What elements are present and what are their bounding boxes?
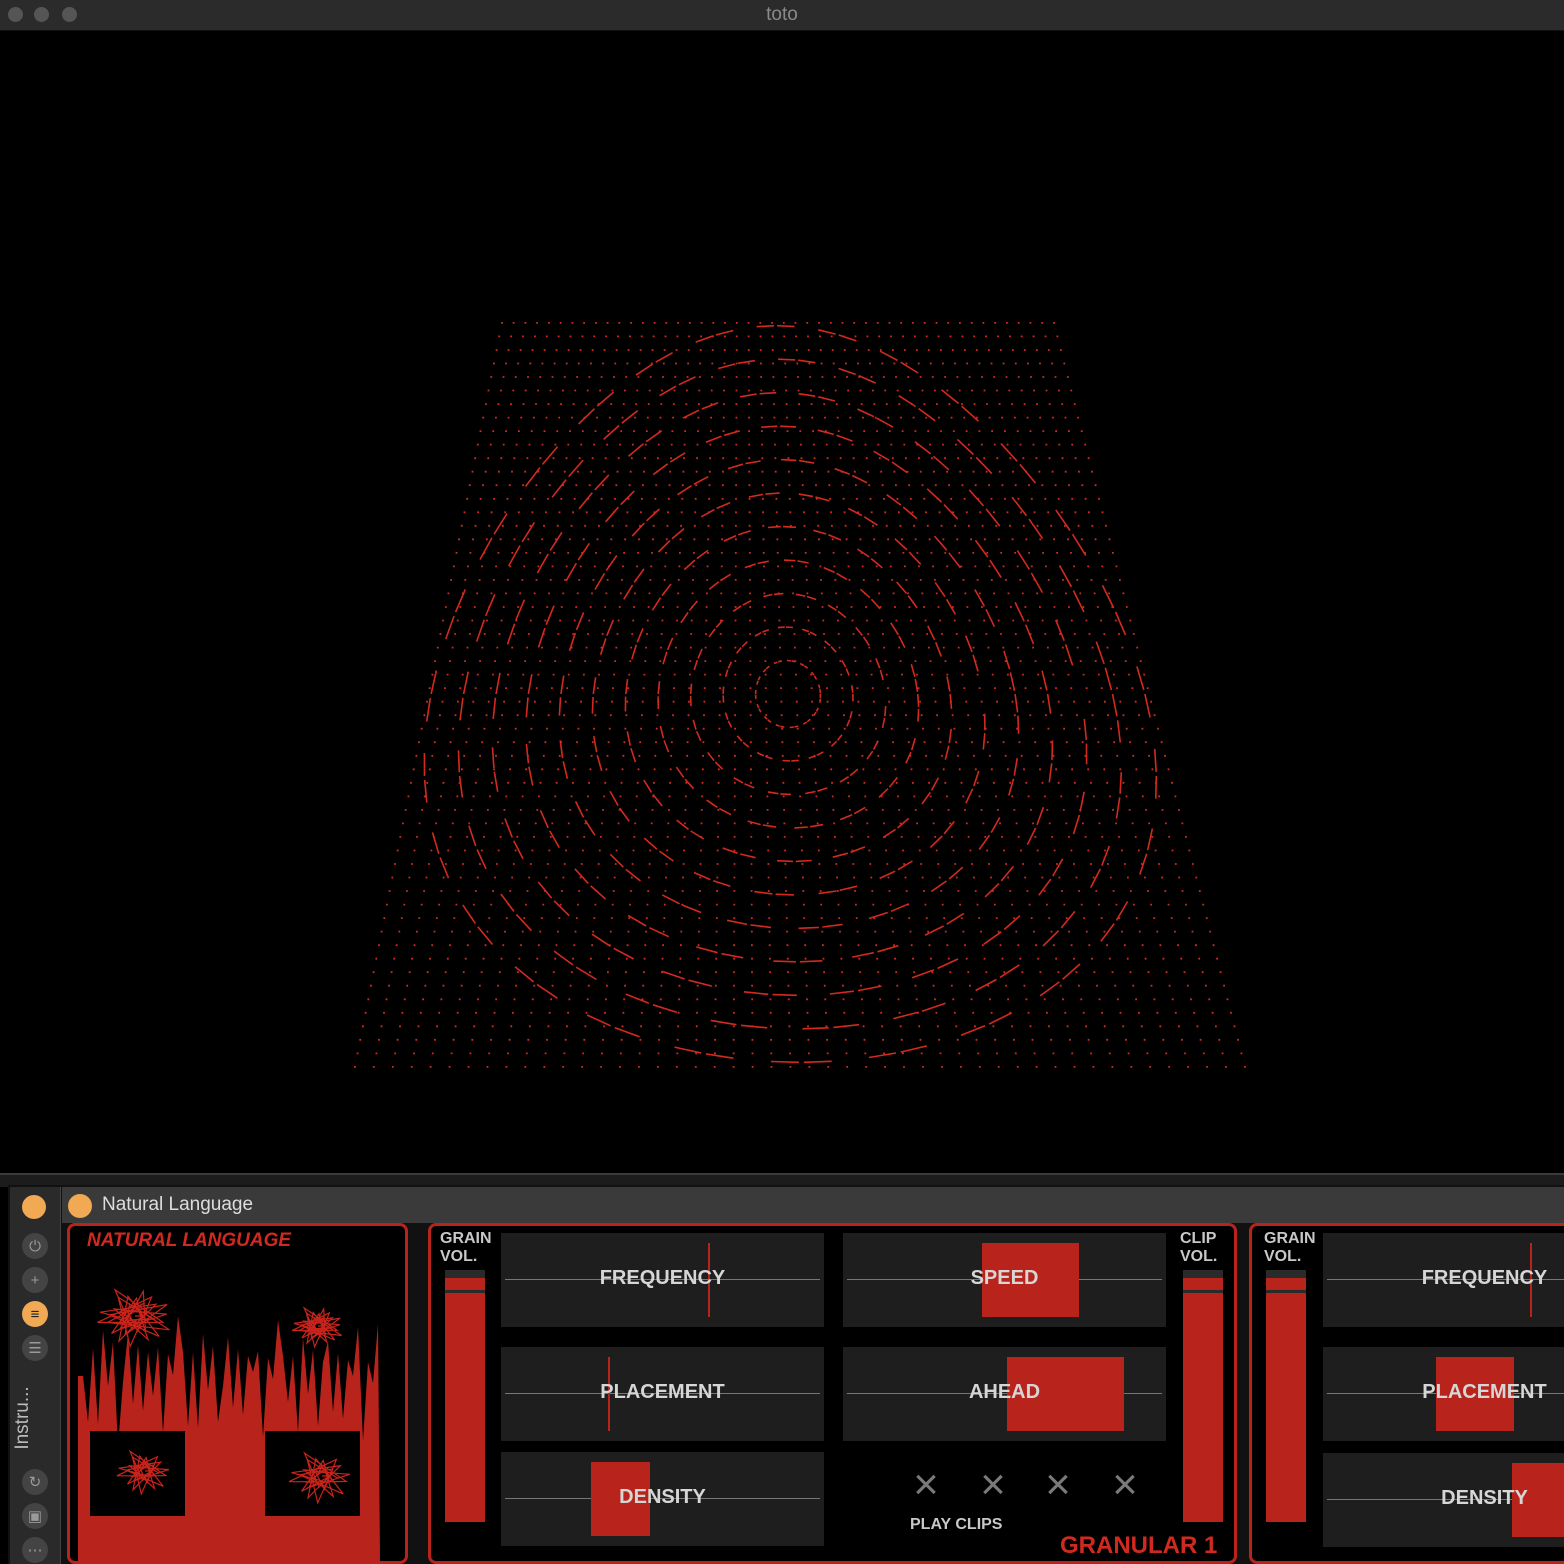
density-2-label: DENSITY [1441, 1487, 1528, 1509]
ahead-control[interactable]: AHEAD [843, 1347, 1166, 1441]
window-titlebar: toto [0, 0, 1564, 31]
chain-list-icon[interactable]: ≡ [22, 1301, 48, 1327]
frequency-2-control[interactable]: FREQUENCY [1323, 1233, 1564, 1327]
speed-control[interactable]: SPEED [843, 1233, 1166, 1327]
device-header: Natural Language [62, 1187, 1564, 1223]
granular-2-controls: FREQUENCY PLACEMENT DENSITY [1323, 1233, 1564, 1553]
grain-vol-2-marker [1266, 1290, 1306, 1293]
spiral-lines [423, 324, 1158, 1064]
frequency-2-label: FREQUENCY [1421, 1267, 1548, 1289]
grain-vol-2-fill [1266, 1277, 1306, 1522]
scribble-1 [97, 1288, 170, 1349]
grain-vol-fill [445, 1277, 485, 1522]
placement-label: PLACEMENT [600, 1381, 725, 1403]
grain-vol-marker [445, 1290, 485, 1293]
play-clip-1-button[interactable]: × [908, 1463, 944, 1507]
clip-vol-slider[interactable] [1183, 1270, 1223, 1522]
grain-vol-2-slider[interactable] [1266, 1270, 1306, 1522]
placement-2-label: PLACEMENT [1422, 1381, 1547, 1403]
macro-list-icon[interactable]: ☰ [22, 1335, 48, 1361]
scribble-2 [291, 1306, 342, 1349]
device-title: Natural Language [102, 1194, 254, 1215]
placement-control[interactable]: PLACEMENT [501, 1347, 824, 1441]
grain-vol-slider[interactable] [445, 1270, 485, 1522]
device-chain-sidebar: ⏻ + ≡ ☰ ↻ ▣ ⋯ [10, 1187, 61, 1564]
play-clip-3-button[interactable]: × [1040, 1463, 1076, 1507]
play-clip-4-button[interactable]: × [1107, 1463, 1143, 1507]
density-2-control[interactable]: DENSITY [1323, 1453, 1564, 1547]
sidebar-label: Instru... [12, 1386, 33, 1450]
save-icon[interactable]: ▣ [22, 1503, 48, 1529]
power-icon[interactable]: ⏻ [22, 1233, 48, 1259]
refresh-icon[interactable]: ↻ [22, 1469, 48, 1495]
grain-vol-2-label: GRAIN VOL. [1264, 1230, 1316, 1265]
ahead-label: AHEAD [968, 1381, 1041, 1403]
frequency-label: FREQUENCY [599, 1267, 726, 1289]
device-power-toggle[interactable] [68, 1194, 92, 1218]
clip-vol-fill [1183, 1277, 1223, 1522]
granular-1-label: GRANULAR 1 [1060, 1532, 1218, 1559]
speed-label: SPEED [970, 1267, 1039, 1289]
waveform-visual [78, 1288, 380, 1561]
spiral-path [423, 324, 1158, 1064]
grain-vol-label: GRAIN VOL. [440, 1230, 492, 1265]
clip-vol-label: CLIP VOL. [1180, 1230, 1218, 1265]
more-icon[interactable]: ⋯ [22, 1537, 48, 1563]
grid-visualization [0, 31, 1564, 1173]
play-clip-2-button[interactable]: × [975, 1463, 1011, 1507]
clip-vol-marker [1183, 1290, 1223, 1293]
play-clips-label: PLAY CLIPS [910, 1516, 1003, 1533]
frequency-control[interactable]: FREQUENCY [501, 1233, 824, 1327]
natural-language-panel: NATURAL LANGUAGE [67, 1223, 408, 1564]
window-title: toto [766, 4, 798, 25]
placement-2-control[interactable]: PLACEMENT [1323, 1347, 1564, 1441]
density-label: DENSITY [619, 1486, 706, 1508]
density-control[interactable]: DENSITY [501, 1452, 824, 1546]
device-chain-toggle[interactable] [22, 1195, 46, 1219]
add-device-icon[interactable]: + [22, 1267, 48, 1293]
